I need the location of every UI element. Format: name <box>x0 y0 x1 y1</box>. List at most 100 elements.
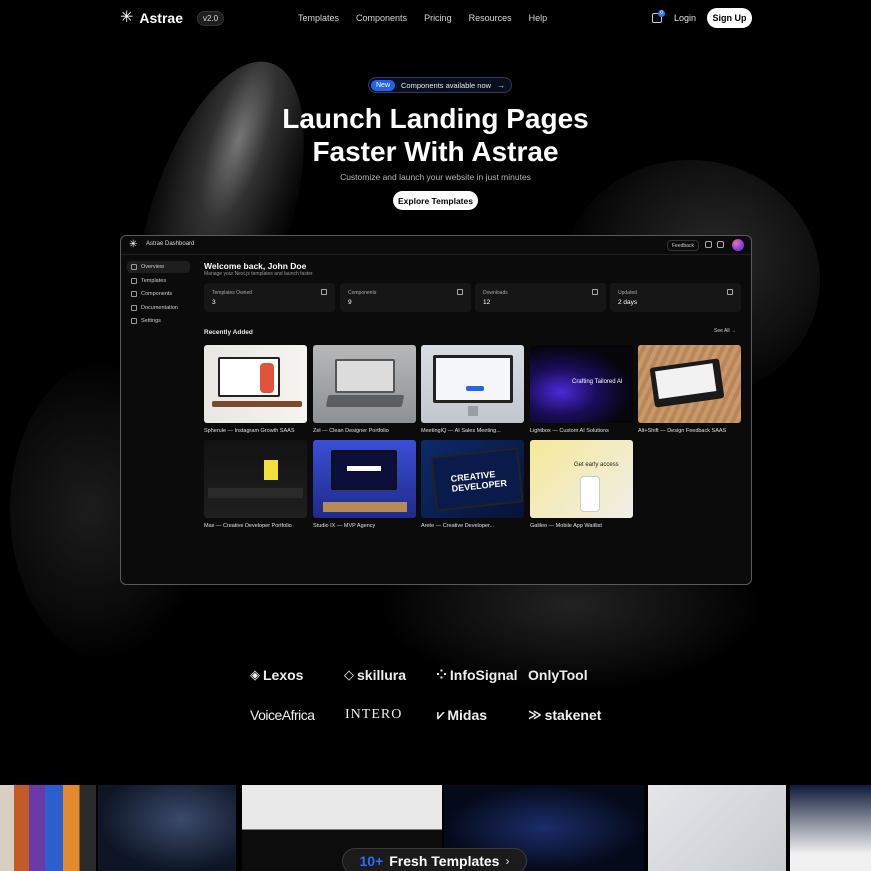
brand-label: Lexos <box>263 667 304 683</box>
dashboard-sidebar: Overview Templates Components Documentat… <box>121 256 198 584</box>
welcome-heading: Welcome back, John Doe <box>204 261 307 271</box>
layout-icon <box>321 289 327 295</box>
thumbnail-text: Crafting Tailored AI <box>572 379 623 385</box>
stat-card-updated: Updated 2 days <box>610 283 741 312</box>
template-name: Arete — Creative Developer... <box>421 523 495 529</box>
brand-logo-onlytool: OnlyTool <box>528 667 588 683</box>
stat-label: Downloads <box>483 290 508 296</box>
stat-label: Updated <box>618 290 637 296</box>
signup-button[interactable]: Sign Up <box>707 8 752 28</box>
brand-label: Midas <box>447 707 488 723</box>
sidebar-item-components[interactable]: Components <box>127 288 190 300</box>
template-card[interactable]: CREATIVE DEVELOPER Arete — Creative Deve… <box>421 440 524 529</box>
components-icon <box>131 291 137 297</box>
template-name: Galileo — Mobile App Waitlist <box>530 523 602 529</box>
box-icon <box>457 289 463 295</box>
home-icon <box>131 264 137 270</box>
gear-icon <box>131 318 137 324</box>
lexos-icon: ◈ <box>250 667 260 682</box>
nav-link-help[interactable]: Help <box>529 13 548 23</box>
arrow-right-icon: → <box>497 80 506 90</box>
sidebar-item-settings[interactable]: Settings <box>127 315 190 327</box>
brand-logo-midas: ⩗ Midas <box>437 707 487 723</box>
avatar[interactable] <box>732 239 744 251</box>
sidebar-item-label: Templates <box>141 278 167 284</box>
version-badge: v2.0 <box>197 10 225 26</box>
midas-icon: ⩗ <box>437 707 445 722</box>
template-card[interactable]: Max — Creative Developer Portfolio <box>204 440 307 529</box>
template-card[interactable]: Spherule — Instagram Growth SAAS <box>204 345 307 434</box>
nav-link-pricing[interactable]: Pricing <box>424 13 452 23</box>
login-link[interactable]: Login <box>674 13 696 23</box>
brand-logo[interactable]: ✳ Astrae v2.0 <box>120 10 225 26</box>
sidebar-item-label: Overview <box>141 264 164 270</box>
gallery-tile <box>98 785 236 871</box>
explore-templates-button[interactable]: Explore Templates <box>393 191 478 210</box>
top-nav: ✳ Astrae v2.0 Templates Components Prici… <box>0 0 871 38</box>
hero-title-line2: Faster With Astrae <box>312 136 559 167</box>
help-icon[interactable] <box>705 241 712 248</box>
clock-icon <box>727 289 733 295</box>
stat-value: 3 <box>212 299 216 306</box>
gallery-tile <box>648 785 786 871</box>
template-card[interactable]: Crafting Tailored AI Lightbox — Custom A… <box>530 345 633 434</box>
nav-link-templates[interactable]: Templates <box>298 13 339 23</box>
brand-logo-stakenet: ≫ stakenet <box>528 707 601 723</box>
brand-label: INTERO <box>345 707 403 722</box>
new-badge: New <box>371 79 396 91</box>
sidebar-item-label: Documentation <box>141 305 178 311</box>
template-name: Max — Creative Developer Portfolio <box>204 523 292 529</box>
template-card[interactable]: Alt+Shift — Design Feedback SAAS <box>638 345 741 434</box>
template-card[interactable]: Zel — Clean Designer Portfolio <box>313 345 416 434</box>
template-name: Zel — Clean Designer Portfolio <box>313 428 389 434</box>
sidebar-item-overview[interactable]: Overview <box>127 261 190 273</box>
brand-logo-lexos: ◈ Lexos <box>250 667 303 683</box>
template-card[interactable]: MeetingIQ — AI Sales Meeting... <box>421 345 524 434</box>
brand-label: OnlyTool <box>528 667 588 683</box>
template-card[interactable]: Studio IX — MVP Agency <box>313 440 416 529</box>
gallery-tile <box>14 785 96 871</box>
dashboard-title: Astrae Dashboard <box>146 241 195 247</box>
stat-value: 12 <box>483 299 491 306</box>
gallery-tile <box>0 785 14 871</box>
stakenet-icon: ≫ <box>528 707 542 722</box>
fresh-templates-count: 10+ <box>359 853 384 869</box>
brand-label: VoiceAfrica <box>250 707 315 723</box>
skillura-icon: ◇ <box>344 667 354 682</box>
fresh-templates-label: Fresh Templates <box>389 853 500 869</box>
template-name: Studio IX — MVP Agency <box>313 523 376 529</box>
recently-added-heading: Recently Added <box>204 329 253 336</box>
infosignal-icon: ⁘ <box>436 667 447 682</box>
template-thumbnail <box>313 345 416 423</box>
stat-label: Components <box>348 290 377 296</box>
asterisk-logo-icon: ✳ <box>129 239 138 250</box>
hero-subtitle: Customize and launch your website in jus… <box>340 172 531 182</box>
nav-link-resources[interactable]: Resources <box>469 13 512 23</box>
gallery-tile <box>790 785 871 871</box>
template-thumbnail <box>421 345 524 423</box>
template-thumbnail: CREATIVE DEVELOPER <box>421 440 524 518</box>
template-thumbnail <box>204 345 307 423</box>
stat-value: 2 days <box>618 299 638 306</box>
stat-card-downloads: Downloads 12 <box>475 283 606 312</box>
stat-card-templates: Templates Owned 3 <box>204 283 335 312</box>
dashboard-topbar: ✳ Astrae Dashboard Feedback <box>121 236 751 255</box>
mail-icon[interactable] <box>717 241 724 248</box>
template-name: MeetingIQ — AI Sales Meeting... <box>421 428 501 434</box>
see-all-link[interactable]: See All → <box>714 328 736 334</box>
terminal-icon <box>131 305 137 311</box>
cart-badge: 0 <box>658 10 665 17</box>
sidebar-item-documentation[interactable]: Documentation <box>127 302 190 314</box>
sidebar-item-templates[interactable]: Templates <box>127 275 190 287</box>
template-thumbnail <box>638 345 741 423</box>
brand-logo-intero: INTERO <box>345 707 402 723</box>
announcement-text: Components available now <box>401 80 492 90</box>
feedback-button[interactable]: Feedback <box>667 240 699 251</box>
stat-card-components: Components 9 <box>340 283 471 312</box>
template-card[interactable]: Get early access Galileo — Mobile App Wa… <box>530 440 633 529</box>
fresh-templates-button[interactable]: 10+ Fresh Templates › <box>342 848 527 871</box>
nav-link-components[interactable]: Components <box>356 13 407 23</box>
announcement-pill[interactable]: New Components available now → <box>368 77 513 93</box>
brand-logo-voiceafrica: VoiceAfrica <box>250 707 315 723</box>
brand-label: InfoSignal <box>449 667 518 683</box>
